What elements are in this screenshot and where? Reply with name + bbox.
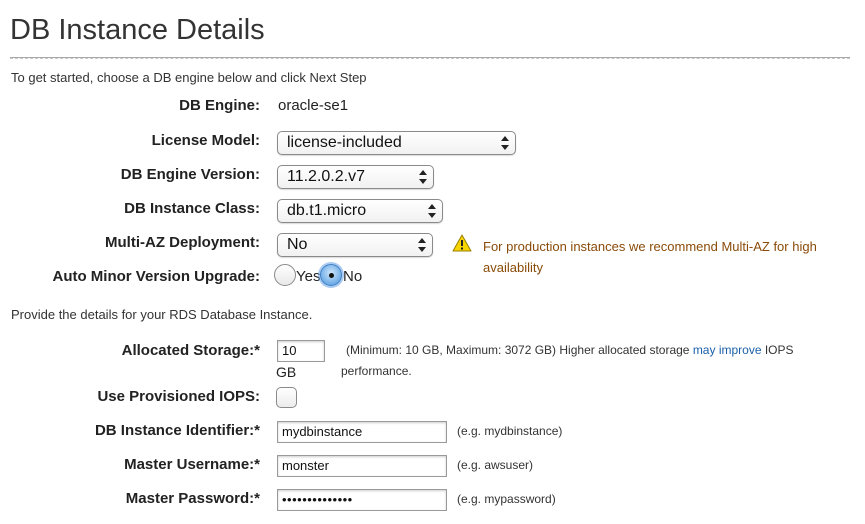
multi-az-value: No: [287, 236, 308, 253]
allocated-storage-hint: (Minimum: 10 GB, Maximum: 3072 GB) Highe…: [346, 343, 794, 357]
allocated-storage-hint-text: (Minimum: 10 GB, Maximum: 3072 GB) Highe…: [346, 343, 690, 357]
allocated-storage-input[interactable]: 10: [277, 340, 325, 362]
select-arrows-icon: [418, 238, 426, 252]
multi-az-select[interactable]: No: [277, 233, 433, 257]
auto-minor-version-label: Auto Minor Version Upgrade:: [52, 268, 260, 285]
db-instance-identifier-hint: (e.g. mydbinstance): [457, 424, 563, 438]
allocated-storage-hint-suffix: IOPS: [764, 343, 794, 357]
multi-az-warning-line1: For production instances we recommend Mu…: [483, 239, 817, 254]
license-model-value: license-included: [287, 134, 402, 151]
page-title: DB Instance Details: [10, 14, 265, 46]
multi-az-warning-line2: availability: [483, 260, 543, 275]
db-engine-value: oracle-se1: [278, 97, 349, 114]
license-model-label: License Model:: [151, 132, 260, 149]
db-engine-version-label: DB Engine Version:: [120, 166, 260, 183]
multi-az-label: Multi-AZ Deployment:: [105, 234, 260, 251]
db-instance-class-label: DB Instance Class:: [124, 200, 260, 217]
auto-minor-no-radio[interactable]: [320, 264, 342, 286]
master-password-hint: (e.g. mypassword): [457, 492, 556, 506]
master-username-label: Master Username:*: [124, 456, 260, 473]
multi-az-warning: For production instances we recommend Mu…: [483, 236, 817, 278]
db-instance-identifier-input[interactable]: mydbinstance: [277, 421, 447, 443]
auto-minor-yes-radio[interactable]: [274, 264, 296, 286]
master-password-label: Master Password:*: [125, 490, 260, 507]
license-model-select[interactable]: license-included: [277, 131, 516, 155]
db-instance-identifier-label: DB Instance Identifier:*: [94, 422, 260, 439]
section2-intro: Provide the details for your RDS Databas…: [11, 307, 313, 322]
select-arrows-icon: [428, 204, 436, 218]
select-arrows-icon: [419, 170, 427, 184]
allocated-storage-hint-line2: performance.: [341, 364, 412, 378]
provisioned-iops-checkbox[interactable]: [276, 387, 297, 408]
warning-triangle-icon: [452, 234, 472, 252]
master-username-input[interactable]: monster: [277, 455, 447, 477]
db-instance-class-value: db.t1.micro: [287, 202, 367, 219]
intro-text: To get started, choose a DB engine below…: [11, 70, 367, 85]
allocated-storage-unit: GB: [276, 364, 297, 380]
title-divider: [10, 57, 850, 59]
db-engine-version-select[interactable]: 11.2.0.2.v7: [277, 165, 434, 189]
select-arrows-icon: [501, 136, 509, 150]
auto-minor-no-label[interactable]: No: [343, 268, 362, 285]
allocated-storage-label: Allocated Storage:*: [121, 342, 260, 359]
master-password-input[interactable]: ••••••••••••••: [277, 489, 447, 511]
may-improve-link[interactable]: may improve: [693, 343, 762, 357]
db-engine-label: DB Engine:: [179, 97, 260, 114]
radio-selected-dot: [329, 273, 334, 278]
master-username-hint: (e.g. awsuser): [457, 458, 534, 472]
provisioned-iops-label: Use Provisioned IOPS:: [97, 388, 260, 405]
auto-minor-yes-label[interactable]: Yes: [296, 268, 320, 285]
db-instance-class-select[interactable]: db.t1.micro: [277, 199, 443, 223]
db-engine-version-value: 11.2.0.2.v7: [287, 168, 365, 185]
